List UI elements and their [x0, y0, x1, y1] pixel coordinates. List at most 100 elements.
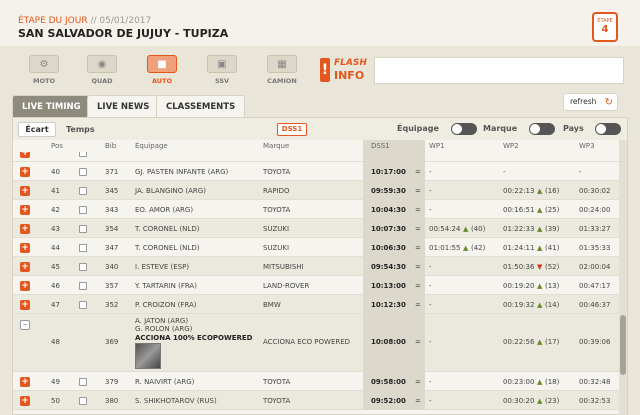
dss1-cell: 10:17:00 =: [363, 162, 425, 181]
refresh-button[interactable]: refresh ↻: [563, 93, 618, 111]
cell-wp2-rank: (41): [545, 244, 560, 252]
cell-dss1-eq: =: [415, 168, 421, 176]
col-wp3[interactable]: WP3: [579, 142, 595, 150]
category-quad[interactable]: ◉ QUAD: [80, 52, 124, 88]
cell-crew: EO. AMOR (ARG): [135, 206, 194, 214]
cell-wp2-rank: (13): [545, 282, 560, 290]
equipage-toggle[interactable]: [451, 123, 477, 135]
cell-wp1: 00:54:24: [429, 225, 461, 233]
stage-title: SAN SALVADOR DE JUJUY - TUPIZA: [18, 27, 229, 40]
table-scrollbar[interactable]: [619, 140, 627, 415]
cell-wp3: 00:32:53: [579, 397, 611, 405]
results-table: +39 334 R. STRAKOVICH (CYP) DESERT WARRIOR 1…: [13, 152, 619, 415]
expand-button[interactable]: +: [20, 280, 30, 291]
cell-wp3: 00:46:37: [579, 301, 611, 309]
trend-up-icon: ▲: [463, 244, 469, 252]
favorite-checkbox[interactable]: [79, 262, 87, 271]
col-marque[interactable]: Marque: [263, 142, 289, 150]
dss1-cell: 10:04:30 =: [363, 200, 425, 219]
temps-button[interactable]: Temps: [66, 125, 95, 134]
car-icon: ■: [147, 55, 177, 73]
favorite-checkbox[interactable]: [79, 396, 87, 405]
truck-icon: ▦: [267, 55, 297, 73]
expand-button[interactable]: +: [20, 223, 30, 234]
cell-crew: R. STRAKOVICH (CYP): [135, 152, 210, 153]
expand-button[interactable]: +: [20, 299, 30, 310]
cell-wp1: -: [429, 378, 432, 386]
category-auto[interactable]: ■ AUTO: [140, 52, 184, 88]
dss1-cell: 10:06:30 =: [363, 238, 425, 257]
trend-up-icon: ▲: [463, 225, 469, 233]
refresh-label: refresh: [570, 97, 597, 106]
favorite-checkbox[interactable]: [79, 167, 87, 176]
marque-toggle[interactable]: [529, 123, 555, 135]
cell-wp3: 00:32:48: [579, 378, 611, 386]
table-row: +49 379 R. NAIVIRT (ARG) TOYOTA 09:58:00 = - 00…: [13, 372, 619, 391]
table-header: Pos Bib Équipage Marque DSS1 WP1 WP2 WP3: [13, 140, 619, 152]
trend-up-icon: ▲: [537, 301, 543, 309]
cell-bib: 369: [105, 338, 119, 346]
cell-pos: 41: [51, 187, 60, 195]
cell-bib: 352: [105, 301, 119, 309]
category-camion[interactable]: ▦ CAMION: [260, 52, 304, 88]
cell-bib: 347: [105, 244, 119, 252]
col-wp2[interactable]: WP2: [503, 142, 519, 150]
cell-wp2: 00:23:00: [503, 378, 535, 386]
trend-up-icon: ▲: [537, 378, 543, 386]
expand-button[interactable]: +: [20, 152, 30, 158]
category-moto[interactable]: ⚙ MOTO: [22, 52, 66, 88]
cell-dss1-eq: =: [415, 225, 421, 233]
table-row-expanded: –48 369 A. JATON (ARG) G. ROLON (ARG) ACCION…: [13, 314, 619, 372]
category-ssv[interactable]: ▣ SSV: [200, 52, 244, 88]
dss-selector[interactable]: DSS1: [277, 123, 307, 136]
expand-button[interactable]: +: [20, 376, 30, 387]
table-row: +40 371 GJ. PASTEN INFANTE (ARG) TOYOTA 10:1…: [13, 162, 619, 181]
col-bib[interactable]: Bib: [105, 142, 116, 150]
cell-brand: TOYOTA: [263, 378, 291, 386]
expand-button[interactable]: +: [20, 185, 30, 196]
favorite-checkbox[interactable]: [79, 281, 87, 290]
cell-wp2-rank: (17): [545, 338, 560, 346]
expand-button[interactable]: +: [20, 395, 30, 406]
ecart-button[interactable]: Écart: [18, 122, 56, 137]
cell-dss1: 10:08:00: [371, 338, 406, 346]
favorite-checkbox[interactable]: [79, 377, 87, 386]
marque-label: Marque: [483, 124, 518, 133]
tab-classements[interactable]: CLASSEMENTS: [156, 95, 246, 117]
col-equipage[interactable]: Équipage: [135, 142, 168, 150]
cell-brand: TOYOTA: [263, 168, 291, 176]
col-dss1[interactable]: DSS1: [363, 140, 425, 152]
col-pos[interactable]: Pos: [51, 142, 63, 150]
driver-photo: [135, 343, 161, 369]
table-row: +43 354 T. CORONEL (NLD) SUZUKI 10:07:30 = 00:…: [13, 219, 619, 238]
favorite-checkbox[interactable]: [79, 152, 87, 157]
cell-dss1: 09:58:00: [371, 378, 406, 386]
favorite-checkbox[interactable]: [79, 205, 87, 214]
cell-wp2: 00:30:20: [503, 397, 535, 405]
cell-crew: T. CORONEL (NLD): [135, 225, 200, 233]
cell-wp2-rank: (14): [545, 301, 560, 309]
favorite-checkbox[interactable]: [79, 186, 87, 195]
pays-toggle[interactable]: [595, 123, 621, 135]
cell-wp2: 01:22:33: [503, 225, 535, 233]
category-bar: ⚙ MOTO ◉ QUAD ■ AUTO ▣ SSV ▦ CAMION: [16, 52, 316, 90]
col-wp1[interactable]: WP1: [429, 142, 445, 150]
cell-wp1: -: [429, 187, 432, 195]
expand-button[interactable]: +: [20, 204, 30, 215]
favorite-checkbox[interactable]: [79, 300, 87, 309]
collapse-button[interactable]: –: [20, 320, 30, 330]
expand-button[interactable]: +: [20, 166, 30, 177]
tab-live-timing[interactable]: LIVE TIMING: [12, 95, 91, 117]
tab-live-news[interactable]: LIVE NEWS: [87, 95, 160, 117]
flash-line1: FLASH: [334, 58, 367, 68]
dss1-cell: 10:13:00 =: [363, 276, 425, 295]
scrollbar-thumb[interactable]: [620, 315, 626, 375]
favorite-checkbox[interactable]: [79, 243, 87, 252]
cell-bib: 371: [105, 168, 119, 176]
favorite-checkbox[interactable]: [79, 224, 87, 233]
expand-button[interactable]: +: [20, 261, 30, 272]
cell-bib: 379: [105, 378, 119, 386]
cell-team: ACCIONA 100% ECOPOWERED: [135, 334, 253, 342]
cell-dss1-eq: =: [415, 338, 421, 346]
expand-button[interactable]: +: [20, 242, 30, 253]
